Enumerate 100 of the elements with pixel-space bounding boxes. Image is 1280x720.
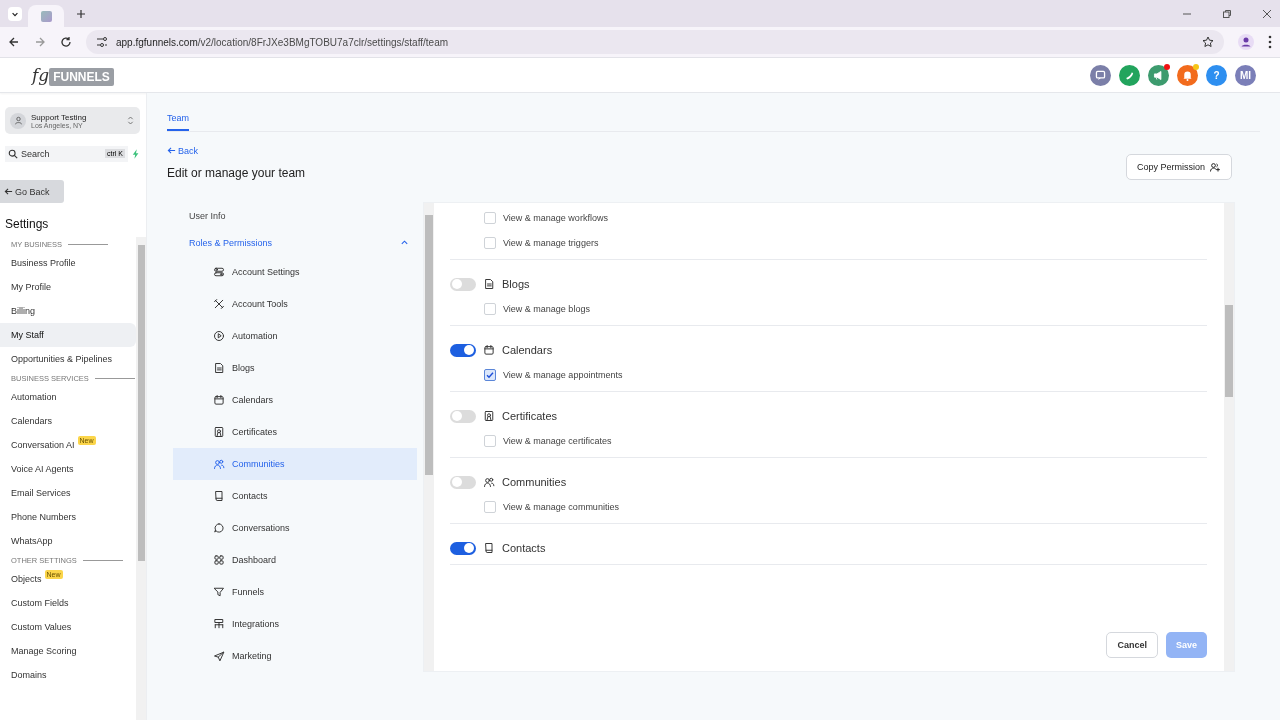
- sidebar-item[interactable]: My Profile: [0, 275, 136, 299]
- page-title: Edit or manage your team: [167, 166, 306, 180]
- checkbox[interactable]: [484, 369, 496, 381]
- sidebar-item[interactable]: Email Services: [0, 481, 136, 505]
- checkbox-label: View & manage certificates: [503, 436, 612, 446]
- speech-bubble-icon: [213, 522, 225, 534]
- certificate-icon: [483, 410, 495, 422]
- section-title: Blogs: [502, 278, 530, 290]
- sidebar-item[interactable]: Voice AI Agents: [0, 457, 136, 481]
- address-bar[interactable]: app.fgfunnels.com/v2/location/8FrJXe3BMgTOBU7a7clr/settings/staff/team: [86, 30, 1224, 54]
- checkbox-label: View & manage workflows: [503, 213, 608, 223]
- sidebar-item[interactable]: Automation: [0, 385, 136, 409]
- lightning-icon[interactable]: [132, 149, 140, 159]
- megaphone-icon[interactable]: [1148, 64, 1169, 86]
- permission-category[interactable]: Conversations: [173, 512, 417, 544]
- sidebar-item[interactable]: Billing: [0, 299, 136, 323]
- arrow-left-icon: [167, 146, 176, 155]
- chat-icon[interactable]: [1090, 64, 1111, 86]
- permission-category[interactable]: Funnels: [173, 576, 417, 608]
- phone-icon[interactable]: [1119, 64, 1140, 86]
- section-title: Certificates: [502, 410, 558, 422]
- chevron-updown-icon: [127, 115, 134, 126]
- section-title: Communities: [502, 476, 567, 488]
- network-icon: [213, 618, 225, 630]
- search-icon: [8, 149, 18, 159]
- people-icon: [483, 476, 495, 488]
- menu-icon[interactable]: [1268, 35, 1272, 49]
- back-arrow-icon[interactable]: [8, 36, 20, 48]
- back-link[interactable]: Back: [167, 146, 198, 156]
- restore-icon[interactable]: [1222, 8, 1232, 19]
- browser-tab[interactable]: [28, 5, 64, 27]
- permission-category[interactable]: Contacts: [173, 480, 417, 512]
- account-icon: [10, 112, 26, 129]
- chevron-icon: [400, 238, 409, 247]
- sidebar-item[interactable]: My Staff: [0, 323, 136, 347]
- sidebar-title: Settings: [5, 217, 50, 231]
- checkbox-label: View & manage triggers: [503, 238, 599, 248]
- forward-arrow-icon[interactable]: [34, 36, 46, 48]
- permission-category[interactable]: Marketing: [173, 640, 417, 672]
- sidebar-item[interactable]: WhatsApp: [0, 529, 136, 553]
- sidebar-item[interactable]: Custom Fields: [0, 591, 136, 615]
- sidebar-item[interactable]: Domains: [0, 663, 136, 687]
- scrollbar[interactable]: [424, 203, 434, 671]
- book-icon: [483, 542, 495, 554]
- permission-category[interactable]: Integrations: [173, 608, 417, 640]
- grid-icon: [213, 554, 225, 566]
- toggle-switch[interactable]: [450, 343, 476, 357]
- permission-category[interactable]: Dashboard: [173, 544, 417, 576]
- calendar-icon: [483, 344, 495, 356]
- scrollbar[interactable]: [136, 237, 146, 720]
- favicon-icon: [40, 10, 52, 22]
- sidebar-item[interactable]: Calendars: [0, 409, 136, 433]
- permission-category[interactable]: Blogs: [173, 352, 417, 384]
- certificate-icon: [213, 426, 225, 438]
- add-user-icon: [1209, 161, 1221, 173]
- copy-permission-button[interactable]: Copy Permission: [1125, 154, 1232, 180]
- bookmark-star-icon[interactable]: [1202, 36, 1214, 48]
- book-icon: [213, 490, 225, 502]
- user-avatar[interactable]: MI: [1235, 64, 1256, 86]
- subnav-item[interactable]: Roles & Permissions: [173, 229, 417, 256]
- section-title: Calendars: [502, 344, 553, 356]
- sidebar-item[interactable]: Opportunities & Pipelines: [0, 347, 136, 371]
- sidebar-item[interactable]: Phone Numbers: [0, 505, 136, 529]
- checkbox-label: View & manage communities: [503, 502, 619, 512]
- calendar-icon: [213, 394, 225, 406]
- permission-category[interactable]: Certificates: [173, 416, 417, 448]
- document-icon: [483, 278, 495, 290]
- go-back-button[interactable]: Go Back: [0, 180, 64, 203]
- arrow-left-icon: [4, 187, 13, 196]
- people-icon: [213, 458, 225, 470]
- play-circle-icon: [213, 330, 225, 342]
- sidebar-item[interactable]: Custom Values: [0, 615, 136, 639]
- permission-category[interactable]: Account Settings: [173, 256, 417, 288]
- toggle-switch[interactable]: [450, 475, 476, 489]
- funnel-icon: [213, 586, 225, 598]
- tab-search-button[interactable]: [8, 6, 22, 21]
- profile-icon[interactable]: [1238, 34, 1254, 50]
- permission-category[interactable]: Calendars: [173, 384, 417, 416]
- tab[interactable]: Team: [167, 107, 189, 131]
- permission-category[interactable]: Communities: [173, 448, 417, 480]
- notification-icon[interactable]: [1177, 64, 1198, 86]
- subnav-item[interactable]: User Info: [173, 202, 417, 229]
- toggle-switch[interactable]: [450, 409, 476, 423]
- cancel-button[interactable]: Cancel: [1106, 632, 1158, 658]
- close-icon[interactable]: [1262, 8, 1272, 19]
- new-tab-icon[interactable]: [76, 8, 86, 19]
- document-icon: [213, 362, 225, 374]
- account-name: Support Testing: [31, 112, 88, 122]
- url-text: app.fgfunnels.com/v2/location/8FrJXe3BMgTOBU7a7clr/settings/staff/team: [116, 36, 449, 48]
- sliders-icon: [213, 266, 225, 278]
- permission-category[interactable]: Account Tools: [173, 288, 417, 320]
- toggle-switch[interactable]: [450, 541, 476, 555]
- toggle-switch[interactable]: [450, 277, 476, 291]
- scrollbar[interactable]: [1224, 203, 1234, 671]
- paper-plane-icon: [213, 650, 225, 662]
- sidebar-item[interactable]: Business Profile: [0, 251, 136, 275]
- sidebar-item[interactable]: Manage Scoring: [0, 639, 136, 663]
- site-settings-icon: [96, 36, 108, 48]
- reload-icon[interactable]: [60, 36, 72, 48]
- permission-category[interactable]: Automation: [173, 320, 417, 352]
